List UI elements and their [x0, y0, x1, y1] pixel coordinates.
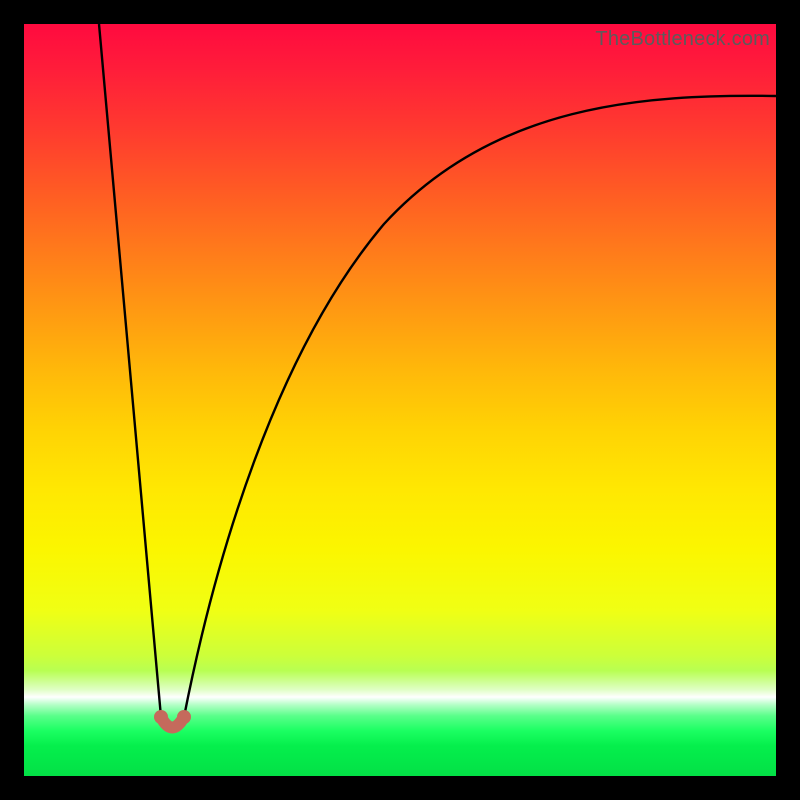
trough-dot-right: [177, 710, 191, 724]
curve-right-branch: [184, 96, 776, 717]
curve-left-branch: [99, 24, 161, 717]
trough-dot-left: [154, 710, 168, 724]
plot-area: TheBottleneck.com: [24, 24, 776, 776]
bottleneck-curve: [24, 24, 776, 776]
